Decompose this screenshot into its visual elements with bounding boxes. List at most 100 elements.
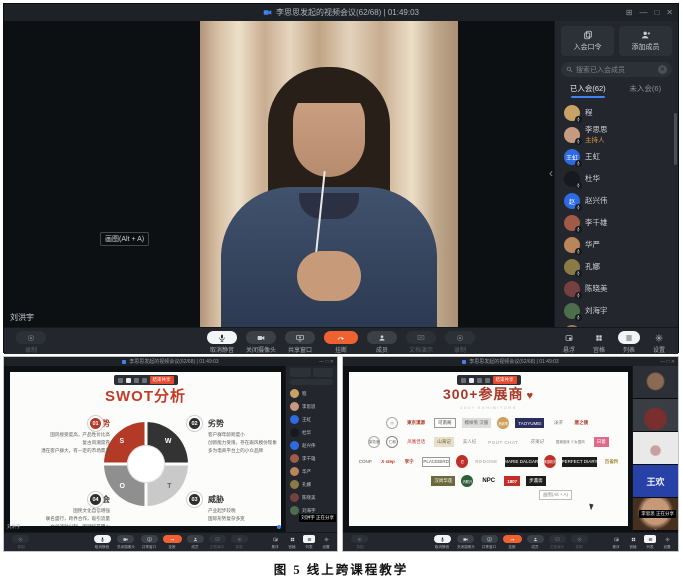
window-controls[interactable]: — □ ✕ <box>319 357 334 366</box>
toolbar-phone-button[interactable]: 挂断 <box>503 535 522 550</box>
meeting-code-button[interactable]: 入会口令 <box>561 26 614 56</box>
layout-icon[interactable]: ⊞ <box>626 8 633 17</box>
add-member-button[interactable] <box>313 368 334 377</box>
participant-thumbnail[interactable] <box>633 432 678 465</box>
list-icon <box>618 331 640 344</box>
add-member-button[interactable]: 添加成员 <box>619 26 672 56</box>
member-row[interactable]: 李千雄 <box>564 212 678 234</box>
toolbar-mic-button[interactable]: 取消静音 <box>434 535 451 550</box>
share-tool-icon[interactable] <box>118 378 123 383</box>
sidebar-scrollbar[interactable] <box>674 113 677 165</box>
toolbar-camera-button[interactable]: 关闭摄像头 <box>116 535 136 550</box>
toolbar-phone-button[interactable]: 挂断 <box>324 331 358 354</box>
toolbar-list-button[interactable]: 列表 <box>644 535 656 550</box>
member-row[interactable]: 陈晓美 <box>290 491 337 504</box>
toolbar-grid2-button[interactable]: 悬浮 <box>558 331 580 354</box>
member-name-block: 王虹 <box>585 153 600 162</box>
share-tool-icon[interactable] <box>469 378 474 383</box>
member-name: 李思思 <box>302 404 316 410</box>
member-row[interactable]: 刘海宇 <box>564 300 678 322</box>
toolbar-record-button[interactable]: 录制 <box>445 331 475 354</box>
share-tool-icon[interactable] <box>134 378 139 383</box>
toolbar-record-button[interactable]: 录制 <box>16 331 46 354</box>
member-row[interactable]: 杜华 <box>290 426 337 439</box>
record-icon <box>571 535 588 543</box>
end-share-button[interactable]: 结束共享 <box>493 376 517 384</box>
meeting-code-button[interactable] <box>290 368 311 377</box>
member-row[interactable]: 程 <box>290 387 337 400</box>
toolbar-board-button[interactable]: 文档演示 <box>549 535 566 550</box>
member-row[interactable]: 杜华 <box>564 168 678 190</box>
member-row[interactable]: 程 <box>564 102 678 124</box>
collapse-strip-chevron-icon[interactable]: ⌄ <box>653 525 658 532</box>
member-row[interactable]: 华严 <box>290 465 337 478</box>
member-row[interactable]: 李思思主持人 <box>564 124 678 146</box>
toolbar-button-label: 共享窗口 <box>288 345 312 354</box>
member-row[interactable]: 王虹王虹 <box>564 146 678 168</box>
member-row[interactable]: 华严 <box>564 234 678 256</box>
share-tool-icon[interactable] <box>485 378 490 383</box>
toolbar-screen-button[interactable]: 共享窗口 <box>141 535 158 550</box>
toolbar-board-button[interactable]: 文档演示 <box>406 331 436 354</box>
toolbar-gear-button[interactable]: 设置 <box>320 535 332 550</box>
member-row[interactable]: 陈晓美 <box>564 278 678 300</box>
participant-thumbnail[interactable] <box>633 399 678 432</box>
end-share-button[interactable]: 结束共享 <box>150 376 174 384</box>
toolbar-list-button[interactable]: 列表 <box>618 331 640 354</box>
member-row[interactable]: 赵兴伟 <box>290 439 337 452</box>
minimize-icon[interactable]: — <box>639 8 647 17</box>
member-row[interactable]: 赵赵兴伟 <box>564 190 678 212</box>
toolbar-camera-button[interactable]: 关闭摄像头 <box>246 331 276 354</box>
toolbar-button-label: 录制 <box>575 544 582 549</box>
expo-meeting-window: 李思思发起的视频会议(62/68) | 01:49:03 — □ ✕ 结束共享 … <box>342 356 679 552</box>
member-row[interactable]: 孔娜 <box>290 478 337 491</box>
toolbar-grid4-button[interactable]: 宫格 <box>286 535 298 550</box>
collapse-sidebar-chevron-icon[interactable]: ‹ <box>549 167 553 179</box>
tab-joined[interactable]: 已入会(62) <box>559 80 617 98</box>
share-tool-icon[interactable] <box>461 378 466 383</box>
share-tool-icon[interactable] <box>477 378 482 383</box>
avatar <box>290 467 299 476</box>
participant-thumbnail[interactable] <box>633 366 678 399</box>
toolbar-gear-button[interactable]: 设置 <box>661 535 673 550</box>
avatar <box>290 402 299 411</box>
toolbar-person-button[interactable]: 成员 <box>527 535 544 550</box>
search-input[interactable]: 搜索已入会成员 ✕ <box>561 62 672 77</box>
toolbar-board-button[interactable]: 文档演示 <box>209 535 226 550</box>
close-icon[interactable]: ✕ <box>666 8 673 17</box>
toolbar-screen-button[interactable]: 共享窗口 <box>285 331 315 354</box>
handshake-icon: ♥ <box>527 390 535 402</box>
toolbar-record-button[interactable]: 录制 <box>351 535 368 550</box>
member-row[interactable]: 孔娜 <box>564 256 678 278</box>
share-tool-icon[interactable] <box>126 378 131 383</box>
tab-not-joined[interactable]: 未入会(6) <box>617 80 675 98</box>
toolbar-person-button[interactable]: 成员 <box>187 535 204 550</box>
toolbar-grid4-button[interactable]: 宫格 <box>588 331 610 354</box>
toolbar-record-button[interactable]: 录制 <box>571 535 588 550</box>
search-input[interactable] <box>290 379 333 385</box>
toolbar-grid2-button[interactable]: 悬浮 <box>610 535 622 550</box>
participant-thumbnail[interactable]: 王欢 <box>633 465 678 498</box>
toolbar-grid4-button[interactable]: 宫格 <box>627 535 639 550</box>
window-controls[interactable]: — □ ✕ <box>660 357 675 366</box>
toolbar-screen-button[interactable]: 共享窗口 <box>481 535 498 550</box>
toolbar-button-label: 录制 <box>454 345 466 354</box>
toolbar-phone-button[interactable]: 挂断 <box>163 535 182 550</box>
toolbar-button-label: 文档演示 <box>409 345 433 354</box>
search-clear-icon[interactable]: ✕ <box>658 65 667 74</box>
toolbar-camera-button[interactable]: 关闭摄像头 <box>456 535 476 550</box>
maximize-icon[interactable]: □ <box>654 8 659 17</box>
toolbar-person-button[interactable]: 成员 <box>367 331 397 354</box>
toolbar-mic-button[interactable]: 取消静音 <box>94 535 111 550</box>
toolbar-gear-button[interactable]: 设置 <box>648 331 670 354</box>
member-row[interactable]: 李千雄 <box>290 452 337 465</box>
share-tool-icon[interactable] <box>142 378 147 383</box>
toolbar-list-button[interactable]: 列表 <box>303 535 315 550</box>
member-row[interactable]: 李思思 <box>290 400 337 413</box>
add-member-label: 添加成员 <box>632 42 660 52</box>
toolbar-record-button[interactable]: 录制 <box>231 535 248 550</box>
toolbar-grid2-button[interactable]: 悬浮 <box>269 535 281 550</box>
member-row[interactable]: 王虹 <box>290 413 337 426</box>
toolbar-mic-button[interactable]: 取消静音 <box>207 331 237 354</box>
toolbar-record-button[interactable]: 录制 <box>12 535 29 550</box>
